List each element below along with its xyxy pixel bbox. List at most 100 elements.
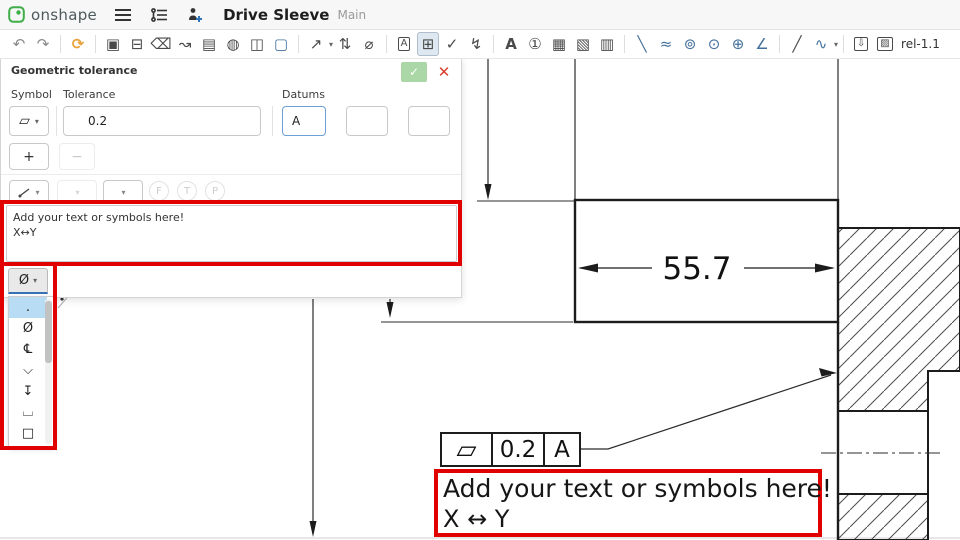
hole-table-icon[interactable]: ▧ xyxy=(572,32,594,56)
top-bar: onshape Drive Sleeve Main xyxy=(0,0,960,30)
chamfer-dimension-icon[interactable]: ∠ xyxy=(751,32,773,56)
spline-caret-icon[interactable]: ▾ xyxy=(834,40,838,49)
versions-history-icon[interactable] xyxy=(149,5,169,25)
follow-mode-icon[interactable] xyxy=(185,5,205,25)
toolbar-separator xyxy=(298,35,299,53)
symbol-option-depth[interactable]: ↧ xyxy=(9,381,47,402)
symbol-dropdown-list: . Ø ℄ ⌵ ↧ ⌴ □ xyxy=(8,296,54,447)
symbol-option-counterbore[interactable]: ⌴ xyxy=(9,402,47,423)
erase-icon[interactable]: ⌫ xyxy=(150,32,172,56)
symbol-option-square[interactable]: □ xyxy=(9,423,47,444)
dropdown-scrollbar[interactable] xyxy=(45,299,52,444)
spline-leader-icon[interactable]: ↝ xyxy=(174,32,196,56)
onshape-logo[interactable]: onshape xyxy=(0,6,97,24)
fcf-datum-ref: A xyxy=(545,432,581,467)
leader-anchor-dropdown[interactable]: ▾ xyxy=(57,180,97,204)
web-reference-icon[interactable]: ◍ xyxy=(222,32,244,56)
leader-style-icon xyxy=(18,187,31,198)
line-icon[interactable]: ╱ xyxy=(786,32,808,56)
gtol-text-editor[interactable]: Add your text or symbols here! X↔Y xyxy=(6,205,457,262)
release-version-label: rel-1.1 xyxy=(901,37,940,51)
toolbar-separator xyxy=(60,35,61,53)
projected-zone-modifier-button[interactable]: P xyxy=(205,181,225,201)
symbol-option-countersink[interactable]: ⌵ xyxy=(9,360,47,381)
datum-icon[interactable]: A xyxy=(393,32,415,56)
parallelism-symbol: ▱ xyxy=(19,113,30,129)
toolbar-separator xyxy=(624,35,625,53)
dimension-icon[interactable]: ↗ xyxy=(305,32,327,56)
tangent-plane-modifier-button[interactable]: T xyxy=(177,181,197,201)
tolerance-input[interactable] xyxy=(63,106,261,136)
center-mark-circular-icon[interactable]: ⊚ xyxy=(679,32,701,56)
centerline-between-icon[interactable]: ≈ xyxy=(655,32,677,56)
crop-view-icon[interactable]: ▢ xyxy=(270,32,292,56)
diameter-dimension-icon[interactable]: ⌀ xyxy=(358,32,380,56)
sheet-layout-icon[interactable]: ⊟ xyxy=(126,32,148,56)
scrollbar-thumb[interactable] xyxy=(45,301,52,363)
arrowhead-down-3 xyxy=(310,521,317,537)
datum-input-1[interactable] xyxy=(282,106,326,136)
section-hatch[interactable] xyxy=(838,228,960,540)
center-target-icon[interactable]: ⊕ xyxy=(727,32,749,56)
dialog-title: Geometric tolerance xyxy=(11,64,137,77)
center-mark-icon[interactable]: ⊙ xyxy=(703,32,725,56)
fcf-leader[interactable] xyxy=(579,368,837,449)
free-state-modifier-button[interactable]: F xyxy=(149,181,169,201)
fcf-tolerance-value: 0.2 xyxy=(493,432,545,467)
dialog-close-button[interactable]: ✕ xyxy=(435,62,453,82)
feature-control-frame[interactable]: ▱ 0.2 A xyxy=(440,432,581,467)
gtol-symbol-dropdown[interactable]: ▱ ▾ xyxy=(9,106,49,136)
dropdown-caret-icon: ▾ xyxy=(75,188,79,197)
symbol-option-diameter[interactable]: Ø xyxy=(9,318,47,339)
symbol-option-period[interactable]: . xyxy=(9,297,47,318)
redo-icon[interactable]: ↷ xyxy=(32,32,54,56)
update-reference-icon[interactable]: ⟳ xyxy=(67,32,89,56)
arrowhead-down-2 xyxy=(387,302,394,318)
dropdown-caret-icon: ▾ xyxy=(35,117,39,126)
field-divider xyxy=(272,106,273,136)
note-line-1: Add your text or symbols here! xyxy=(443,474,814,504)
undo-icon[interactable]: ↶ xyxy=(8,32,30,56)
geometric-tolerance-dialog: Geometric tolerance ✓ ✕ Symbol Tolerance… xyxy=(0,58,462,298)
dropdown-caret-icon: ▾ xyxy=(35,188,39,197)
datum-input-3[interactable] xyxy=(408,106,450,136)
fcf-symbol-parallelism: ▱ xyxy=(440,432,493,467)
datum-input-2[interactable] xyxy=(346,106,388,136)
document-title: Drive Sleeve xyxy=(223,6,329,24)
weld-symbol-icon[interactable]: ↯ xyxy=(465,32,487,56)
leader-style-dropdown[interactable]: ▾ xyxy=(9,180,49,204)
surface-finish-icon[interactable]: ✓ xyxy=(441,32,463,56)
ordinate-dimension-icon[interactable]: ⇅ xyxy=(334,32,356,56)
document-menu-icon[interactable] xyxy=(113,5,133,25)
drawing-note-annotation[interactable]: Add your text or symbols here! X ↔ Y xyxy=(434,469,822,537)
dimension-caret-icon[interactable]: ▾ xyxy=(329,40,333,49)
symbol-option-centerline[interactable]: ℄ xyxy=(9,339,47,360)
remove-row-button[interactable]: − xyxy=(59,143,95,170)
onshape-drawing-app: 55.7 ▱ 0.2 A Add your text or symbols he… xyxy=(0,0,960,540)
dimension-text: 55.7 xyxy=(662,251,731,287)
dropdown-caret-icon: ▾ xyxy=(121,188,125,197)
note-line-2: X ↔ Y xyxy=(443,504,814,534)
export-dxf-icon[interactable]: ⇩ xyxy=(850,32,872,56)
centerline-icon[interactable]: ╲ xyxy=(631,32,653,56)
arrowhead-down-1 xyxy=(485,184,492,200)
add-row-button[interactable]: + xyxy=(9,143,49,170)
spline-icon[interactable]: ∿ xyxy=(810,32,832,56)
bom-table-icon[interactable]: ▥ xyxy=(596,32,618,56)
note-icon[interactable]: A xyxy=(500,32,522,56)
frame-style-dropdown[interactable]: ▾ xyxy=(103,180,143,204)
insert-sketch-icon[interactable]: ▤ xyxy=(198,32,220,56)
geometric-tolerance-icon[interactable]: ⊞ xyxy=(417,32,439,56)
toolbar-separator xyxy=(386,35,387,53)
toolbar-separator xyxy=(843,35,844,53)
table-icon[interactable]: ▦ xyxy=(548,32,570,56)
dialog-separator xyxy=(1,174,461,175)
tolerance-label: Tolerance xyxy=(63,88,115,101)
insert-image-icon[interactable]: ▨ xyxy=(874,32,896,56)
insert-view-icon[interactable]: ▣ xyxy=(102,32,124,56)
mirror-view-icon[interactable]: ◫ xyxy=(246,32,268,56)
onshape-logo-icon xyxy=(8,6,25,23)
dialog-confirm-button[interactable]: ✓ xyxy=(401,62,427,82)
insert-symbol-dropdown-button[interactable]: Ø ▾ xyxy=(8,268,48,294)
callout-icon[interactable]: ① xyxy=(524,32,546,56)
